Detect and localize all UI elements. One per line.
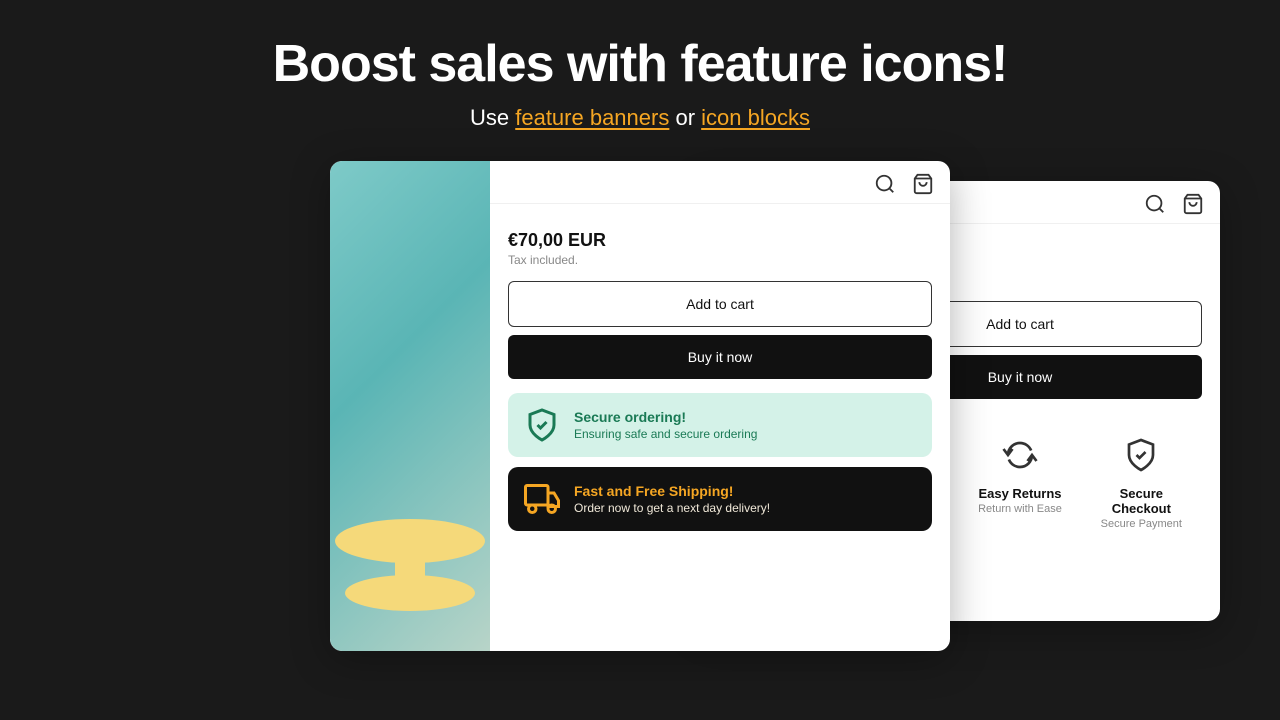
secure-checkout-sub: Secure Payment bbox=[1089, 518, 1194, 530]
search-icon-right[interactable] bbox=[1144, 193, 1166, 215]
add-to-cart-btn-left[interactable]: Add to cart bbox=[508, 281, 932, 327]
secure-banner-title: Secure ordering! bbox=[574, 409, 757, 425]
feature-banners-link[interactable]: feature banners bbox=[515, 105, 669, 130]
shipping-banner-title: Fast and Free Shipping! bbox=[574, 483, 770, 499]
subtitle-or: or bbox=[675, 105, 701, 130]
shipping-banner-subtitle: Order now to get a next day delivery! bbox=[574, 501, 770, 515]
navbar-left bbox=[490, 161, 950, 204]
easy-returns-title: Easy Returns bbox=[967, 486, 1072, 501]
easy-returns-block: Easy Returns Return with Ease bbox=[959, 421, 1080, 538]
cards-container: €70,00 EUR Tax included. Add to cart Buy… bbox=[0, 161, 1280, 651]
cart-icon-left[interactable] bbox=[912, 173, 934, 195]
product-image-left bbox=[330, 161, 490, 651]
icon-blocks-link[interactable]: icon blocks bbox=[701, 105, 810, 130]
plate-decoration-left bbox=[330, 501, 490, 621]
card-content-left: €70,00 EUR Tax included. Add to cart Buy… bbox=[490, 204, 950, 549]
search-icon-left[interactable] bbox=[874, 173, 896, 195]
card-left: €70,00 EUR Tax included. Add to cart Buy… bbox=[330, 161, 950, 651]
header-section: Boost sales with feature icons! Use feat… bbox=[0, 0, 1280, 161]
truck-icon bbox=[524, 481, 560, 517]
secure-banner-text: Secure ordering! Ensuring safe and secur… bbox=[574, 409, 757, 441]
shield-icon-block bbox=[1123, 437, 1159, 473]
shield-check-icon bbox=[524, 407, 560, 443]
secure-checkout-block: Secure Checkout Secure Payment bbox=[1081, 421, 1202, 538]
cart-icon-right[interactable] bbox=[1182, 193, 1204, 215]
main-title: Boost sales with feature icons! bbox=[20, 36, 1260, 93]
subtitle: Use feature banners or icon blocks bbox=[20, 105, 1260, 131]
shipping-banner: Fast and Free Shipping! Order now to get… bbox=[508, 467, 932, 531]
shipping-banner-text: Fast and Free Shipping! Order now to get… bbox=[574, 483, 770, 515]
returns-icon-block bbox=[1002, 437, 1038, 473]
price-left: €70,00 EUR bbox=[508, 230, 932, 251]
buy-now-btn-left[interactable]: Buy it now bbox=[508, 335, 932, 379]
subtitle-text: Use bbox=[470, 105, 515, 130]
tax-left: Tax included. bbox=[508, 253, 932, 267]
easy-returns-sub: Return with Ease bbox=[967, 503, 1072, 515]
secure-ordering-banner: Secure ordering! Ensuring safe and secur… bbox=[508, 393, 932, 457]
secure-banner-subtitle: Ensuring safe and secure ordering bbox=[574, 427, 757, 441]
secure-checkout-title: Secure Checkout bbox=[1089, 486, 1194, 516]
